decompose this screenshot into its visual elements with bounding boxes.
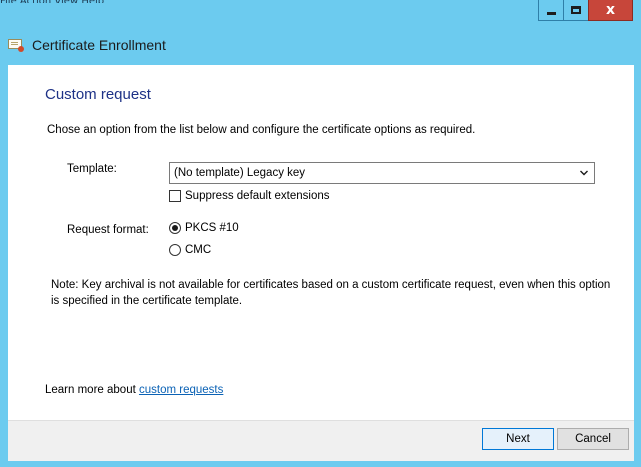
menu-bar-remnant: File Action View Help (0, 0, 520, 3)
page-title: Custom request (45, 86, 151, 103)
title-bar: Certificate Enrollment (8, 34, 166, 56)
certificate-icon (8, 39, 24, 52)
maximize-button[interactable] (563, 0, 589, 21)
chevron-down-icon (580, 170, 588, 176)
format-option-pkcs10[interactable]: PKCS #10 (169, 222, 239, 234)
cmc-radio[interactable] (169, 244, 181, 256)
next-button[interactable]: Next (482, 428, 554, 450)
wizard-content: Custom request Chose an option from the … (8, 65, 634, 420)
template-label: Template: (67, 163, 117, 175)
minimize-button[interactable] (538, 0, 564, 21)
suppress-extensions-checkbox[interactable] (169, 190, 181, 202)
pkcs10-label: PKCS #10 (185, 222, 239, 234)
format-option-cmc[interactable]: CMC (169, 244, 211, 256)
suppress-extensions-option[interactable]: Suppress default extensions (169, 190, 329, 202)
cancel-button[interactable]: Cancel (557, 428, 629, 450)
close-icon: x (605, 2, 616, 18)
template-dropdown[interactable]: (No template) Legacy key (169, 162, 595, 184)
request-format-label: Request format: (67, 224, 149, 236)
pkcs10-radio[interactable] (169, 222, 181, 234)
close-button[interactable]: x (588, 0, 633, 21)
maximize-icon (571, 6, 581, 14)
suppress-extensions-label: Suppress default extensions (185, 190, 330, 202)
key-archival-note: Note: Key archival is not available for … (51, 279, 611, 307)
learn-more-prefix: Learn more about (45, 384, 139, 396)
cmc-label: CMC (185, 244, 212, 256)
custom-requests-link[interactable]: custom requests (139, 384, 223, 396)
radio-selected-dot (172, 225, 178, 231)
instructions-text: Chose an option from the list below and … (47, 124, 476, 136)
learn-more: Learn more about custom requests (45, 384, 223, 396)
template-selected-value: (No template) Legacy key (174, 167, 306, 179)
wizard-footer: Next Cancel (8, 420, 634, 461)
caption-buttons: x (538, 0, 633, 22)
window-title: Certificate Enrollment (32, 37, 166, 53)
minimize-icon (546, 12, 556, 15)
